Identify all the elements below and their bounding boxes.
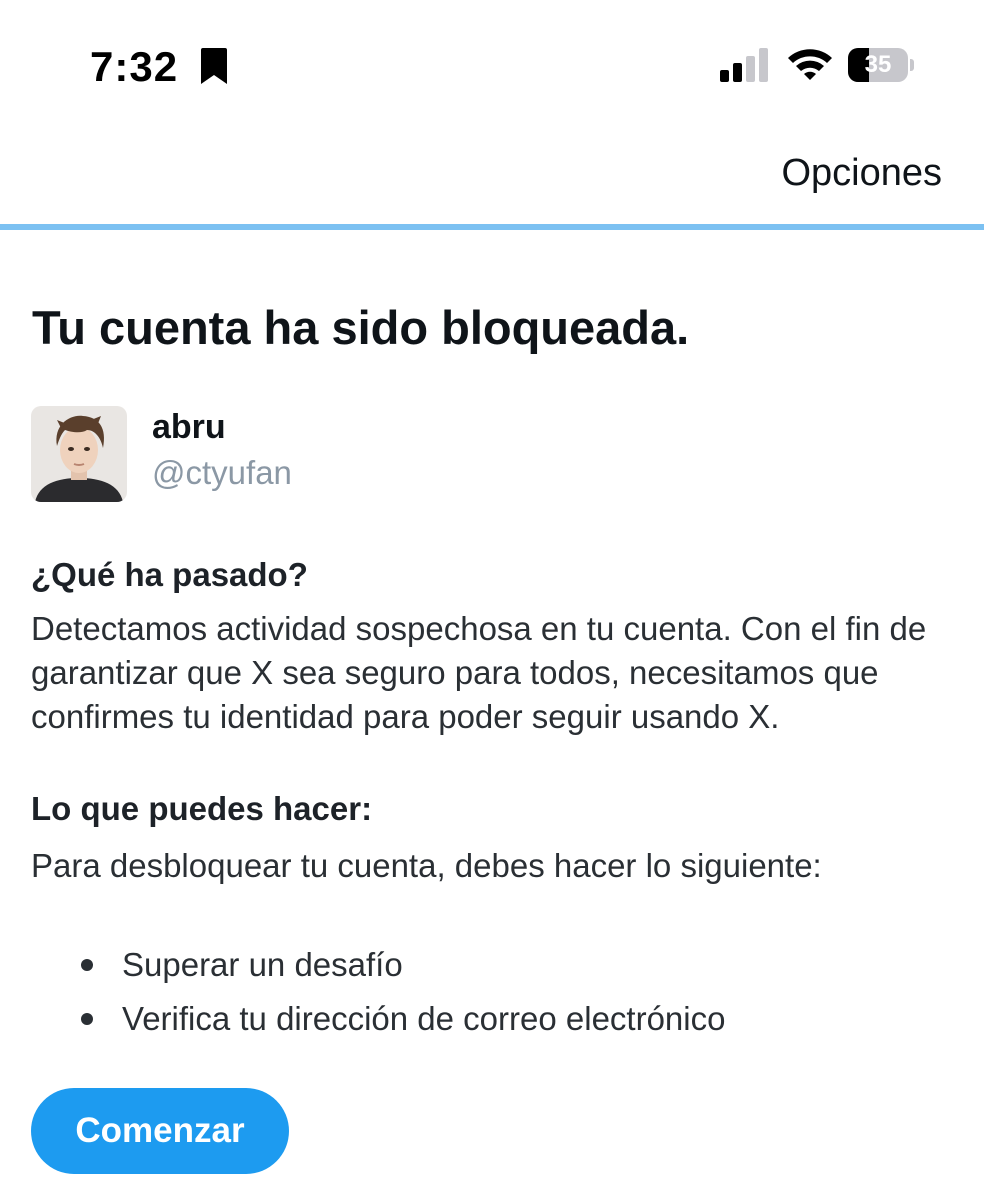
list-item: Superar un desafío — [78, 938, 725, 992]
what-happened-heading: ¿Qué ha pasado? — [31, 556, 308, 593]
battery-body: 35 — [848, 48, 908, 82]
bookmark-icon — [201, 48, 227, 84]
what-you-can-do-heading: Lo que puedes hacer: — [31, 790, 373, 827]
top-nav: Opciones — [0, 130, 984, 225]
status-time: 7:32 — [90, 43, 179, 90]
what-happened-text: Detectamos actividad sospechosa en tu cu… — [31, 610, 927, 735]
progress-bar — [0, 224, 984, 230]
status-bar: 7:32 35 — [0, 0, 984, 130]
battery-icon: 35 — [848, 48, 914, 82]
battery-cap — [910, 59, 914, 71]
cellular-signal-icon — [720, 48, 768, 82]
steps-list: Superar un desafío Verifica tu dirección… — [78, 938, 725, 1046]
page-title: Tu cuenta ha sido bloqueada. — [32, 301, 690, 354]
what-you-can-do-text: Para desbloquear tu cuenta, debes hacer … — [31, 847, 822, 884]
options-button[interactable]: Opciones — [781, 152, 942, 195]
wifi-icon — [788, 49, 832, 80]
user-name: abru — [152, 408, 226, 446]
avatar — [31, 406, 127, 502]
user-card: abru @ctyufan — [31, 406, 631, 502]
step-text: Verifica tu dirección de correo electrón… — [122, 1000, 726, 1037]
step-text: Superar un desafío — [122, 946, 403, 983]
bullet-icon — [81, 1013, 93, 1025]
avatar-photo — [31, 406, 127, 502]
user-handle: @ctyufan — [152, 454, 292, 491]
bullet-icon — [81, 959, 93, 971]
list-item: Verifica tu dirección de correo electrón… — [78, 992, 725, 1046]
start-button[interactable]: Comenzar — [31, 1088, 289, 1174]
battery-level: 35 — [864, 51, 892, 78]
